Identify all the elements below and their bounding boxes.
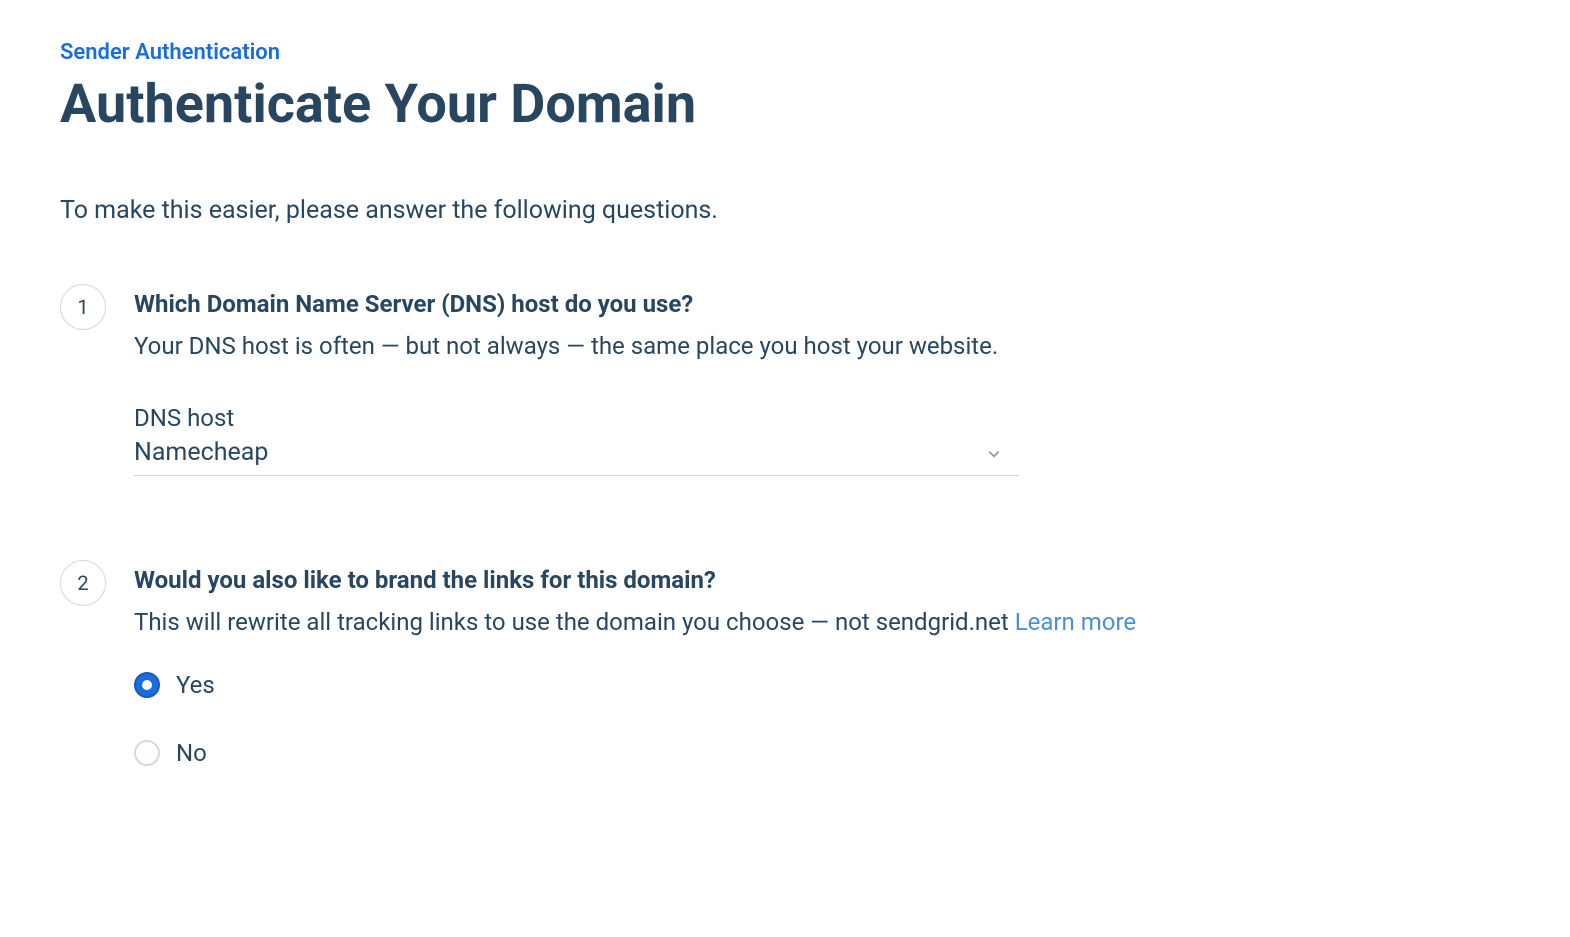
question-1-title: Which Domain Name Server (DNS) host do y… bbox=[134, 290, 1214, 318]
step-number-2: 2 bbox=[60, 560, 106, 606]
radio-option-no[interactable]: No bbox=[134, 739, 1214, 767]
brand-links-radio-group: Yes No bbox=[134, 671, 1214, 767]
breadcrumb: Sender Authentication bbox=[60, 40, 1510, 65]
question-2-content: Would you also like to brand the links f… bbox=[134, 566, 1214, 808]
radio-circle-icon bbox=[134, 740, 160, 766]
intro-text: To make this easier, please answer the f… bbox=[60, 196, 1510, 225]
dns-host-select[interactable]: Namecheap bbox=[134, 438, 1019, 476]
radio-option-yes[interactable]: Yes bbox=[134, 671, 1214, 699]
radio-label-no: No bbox=[176, 739, 207, 767]
question-2: 2 Would you also like to brand the links… bbox=[60, 566, 1510, 808]
question-1-description: Your DNS host is often — but not always … bbox=[134, 330, 1214, 364]
question-2-description: This will rewrite all tracking links to … bbox=[134, 606, 1214, 640]
question-2-description-text: This will rewrite all tracking links to … bbox=[134, 608, 1015, 636]
question-2-title: Would you also like to brand the links f… bbox=[134, 566, 1214, 594]
learn-more-link[interactable]: Learn more bbox=[1015, 608, 1136, 636]
page-title: Authenticate Your Domain bbox=[60, 73, 1510, 136]
step-number-1: 1 bbox=[60, 284, 106, 330]
chevron-down-icon bbox=[987, 446, 1001, 460]
dns-host-value: Namecheap bbox=[134, 438, 268, 467]
question-1: 1 Which Domain Name Server (DNS) host do… bbox=[60, 290, 1510, 476]
radio-label-yes: Yes bbox=[176, 671, 215, 699]
radio-circle-icon bbox=[134, 672, 160, 698]
question-1-content: Which Domain Name Server (DNS) host do y… bbox=[134, 290, 1214, 476]
breadcrumb-link[interactable]: Sender Authentication bbox=[60, 40, 280, 65]
dns-host-label: DNS host bbox=[134, 404, 1214, 432]
